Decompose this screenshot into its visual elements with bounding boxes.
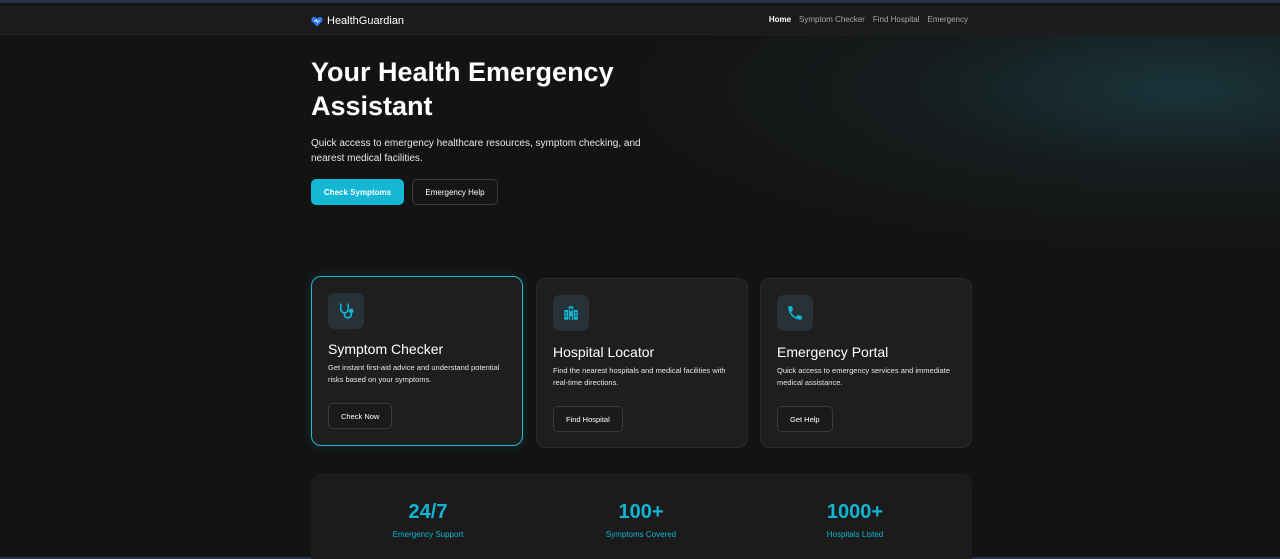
check-symptoms-button[interactable]: Check Symptoms bbox=[311, 179, 404, 205]
hero-subtitle: Quick access to emergency healthcare res… bbox=[311, 138, 641, 164]
nav-link-symptom-checker[interactable]: Symptom Checker bbox=[799, 15, 865, 24]
stat-value: 1000+ bbox=[826, 501, 884, 523]
emergency-help-button[interactable]: Emergency Help bbox=[412, 179, 498, 205]
card-description: Quick access to emergency services and i… bbox=[777, 366, 950, 387]
hero-title: Your Health Emergency Assistant bbox=[311, 57, 614, 121]
card-title: Hospital Locator bbox=[553, 344, 655, 360]
find-hospital-button[interactable]: Find Hospital bbox=[553, 406, 623, 432]
phone-icon bbox=[788, 306, 802, 320]
stat-value: 100+ bbox=[618, 501, 664, 523]
stat-symptoms-covered: 100+ Symptoms Covered bbox=[561, 501, 721, 539]
stat-label: Emergency Support bbox=[392, 530, 464, 539]
stat-label: Symptoms Covered bbox=[605, 530, 677, 539]
stethoscope-icon bbox=[339, 303, 354, 319]
nav-link-find-hospital[interactable]: Find Hospital bbox=[873, 15, 920, 24]
nav-link-emergency[interactable]: Emergency bbox=[928, 15, 968, 24]
brand-name: HealthGuardian bbox=[327, 15, 405, 27]
hospital-locator-card[interactable]: Hospital Locator Find the nearest hospit… bbox=[536, 278, 748, 448]
card-description: Find the nearest hospitals and medical f… bbox=[553, 366, 726, 387]
stats-panel: 24/7 Emergency Support 100+ Symptoms Cov… bbox=[311, 473, 972, 559]
stat-emergency-support: 24/7 Emergency Support bbox=[348, 501, 508, 539]
get-help-button[interactable]: Get Help bbox=[777, 406, 833, 432]
card-description: Get instant first-aid advice and underst… bbox=[328, 363, 500, 384]
check-now-button[interactable]: Check Now bbox=[328, 403, 393, 429]
stat-hospitals-listed: 1000+ Hospitals Listed bbox=[775, 501, 935, 539]
stat-value: 24/7 bbox=[408, 501, 448, 523]
card-title: Symptom Checker bbox=[328, 341, 444, 357]
card-icon-wrapper bbox=[328, 293, 364, 329]
brand-logo[interactable]: HealthGuardian bbox=[311, 14, 404, 28]
nav-link-home[interactable]: Home bbox=[769, 15, 791, 24]
card-title: Emergency Portal bbox=[777, 344, 889, 360]
navbar: HealthGuardian Home Symptom Checker Find… bbox=[0, 6, 1280, 35]
hero-background-glow bbox=[620, 35, 1280, 253]
hospital-icon bbox=[564, 306, 578, 320]
heart-icon bbox=[311, 16, 323, 26]
emergency-portal-card[interactable]: Emergency Portal Quick access to emergen… bbox=[760, 278, 972, 448]
stat-label: Hospitals Listed bbox=[826, 530, 884, 539]
card-icon-wrapper bbox=[777, 295, 813, 331]
nav-links: Home Symptom Checker Find Hospital Emerg… bbox=[769, 15, 968, 24]
symptom-checker-card[interactable]: Symptom Checker Get instant first-aid ad… bbox=[311, 276, 523, 446]
card-icon-wrapper bbox=[553, 295, 589, 331]
